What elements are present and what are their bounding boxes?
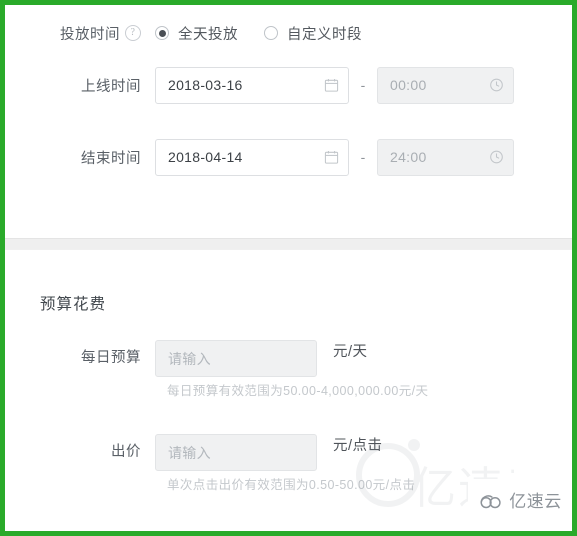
end-time-value: 24:00	[390, 149, 427, 165]
delivery-time-label-cell: 投放时间 ?	[5, 23, 155, 44]
radio-dot-custom-period[interactable]	[264, 26, 278, 40]
start-time-separator: -	[360, 77, 366, 93]
start-date-value: 2018-03-16	[168, 77, 243, 93]
calendar-icon[interactable]	[324, 78, 339, 93]
end-time-input[interactable]: 24:00	[377, 138, 514, 176]
watermark-badge: 亿速云	[468, 479, 572, 523]
daily-budget-placeholder: 请输入	[168, 350, 211, 367]
end-time-row: 结束时间 2018-04-14 - 24:00	[5, 121, 572, 193]
end-time-label: 结束时间	[81, 150, 141, 167]
delivery-time-panel: 投放时间 ? 全天投放 自定义时段 上线时间 2018-03-16 - 00:0…	[5, 5, 572, 238]
radio-label-all-day: 全天投放	[178, 26, 238, 43]
start-date-input[interactable]: 2018-03-16	[155, 66, 349, 104]
daily-budget-row: 每日预算 请输入 元/天	[5, 314, 572, 377]
radio-option-custom-period[interactable]: 自定义时段	[264, 23, 362, 44]
radio-label-custom-period: 自定义时段	[287, 26, 362, 43]
radio-dot-all-day[interactable]	[155, 26, 169, 40]
clock-icon[interactable]	[489, 150, 504, 165]
start-time-input[interactable]: 00:00	[377, 66, 514, 104]
delivery-time-row: 投放时间 ? 全天投放 自定义时段	[5, 5, 572, 49]
end-date-value: 2018-04-14	[168, 149, 243, 165]
section-divider	[5, 238, 572, 250]
bid-price-placeholder: 请输入	[168, 444, 211, 461]
daily-budget-unit: 元/天	[333, 344, 368, 360]
question-mark-icon[interactable]: ?	[125, 25, 141, 41]
bid-price-label: 出价	[111, 444, 141, 460]
screenshot-root: 投放时间 ? 全天投放 自定义时段 上线时间 2018-03-16 - 00:0…	[0, 0, 577, 536]
daily-budget-input[interactable]: 请输入	[155, 340, 317, 377]
clock-icon[interactable]	[489, 78, 504, 93]
delivery-time-label: 投放时间	[60, 26, 120, 43]
start-time-row: 上线时间 2018-03-16 - 00:00	[5, 49, 572, 121]
bid-price-unit: 元/点击	[333, 438, 383, 454]
bid-price-row: 出价 请输入 元/点击	[5, 408, 572, 471]
bid-price-input[interactable]: 请输入	[155, 434, 317, 471]
end-time-separator: -	[360, 149, 366, 165]
cloud-logo-icon	[480, 495, 501, 509]
end-date-input[interactable]: 2018-04-14	[155, 138, 349, 176]
radio-option-all-day[interactable]: 全天投放	[155, 23, 238, 44]
bid-price-hint: 单次点击出价有效范围为0.50-50.00元/点击	[167, 477, 416, 492]
budget-section-title: 预算花费	[40, 296, 107, 313]
start-time-value: 00:00	[390, 77, 427, 93]
daily-budget-label: 每日预算	[81, 350, 141, 366]
calendar-icon[interactable]	[324, 150, 339, 165]
delivery-time-radio-group: 全天投放 自定义时段	[155, 23, 362, 44]
start-time-label: 上线时间	[81, 78, 141, 95]
watermark-brand-text: 亿速云	[509, 491, 562, 511]
daily-budget-hint: 每日预算有效范围为50.00-4,000,000.00元/天	[167, 383, 429, 398]
